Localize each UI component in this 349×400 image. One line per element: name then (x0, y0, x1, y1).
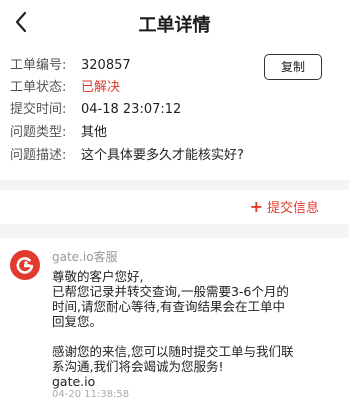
header-bar: 工单详情 (0, 0, 349, 46)
ticket-info-card: 工单编号: 320857 复制 工单状态: 已解决 提交时间: 04-18 23:07… (0, 46, 349, 180)
issue-type-label: 问题类型: (10, 125, 67, 140)
ticket-status-row: 工单状态: 已解决 (10, 78, 120, 98)
message-line: 时间,请您耐心等待,有查询结果会在工单中 (52, 299, 285, 314)
section-divider (0, 180, 349, 190)
page-title: 工单详情 (138, 15, 211, 36)
issue-description-value: 这个具体要多久才能核实好? (81, 148, 244, 163)
message-body: 尊敬的客户您好, 已帮您记录并转交查询,一般需要3-6个月的 时间,请您耐心等待… (52, 269, 338, 389)
sender-name: gate.io客服 (52, 250, 118, 264)
message-line: 感谢您的来信,您可以随时提交工单与我们联 (52, 344, 294, 359)
issue-description-label: 问题描述: (10, 148, 67, 163)
ticket-status-label: 工单状态: (10, 80, 67, 95)
message-line: 系沟通,我们将会竭诚为您服务! (52, 359, 224, 374)
issue-type-value: 其他 (81, 125, 108, 140)
ticket-number-label: 工单编号: (10, 58, 67, 73)
gate-logo-icon (16, 257, 34, 274)
ticket-number-value: 320857 (81, 58, 131, 73)
gate-io-avatar (10, 250, 40, 280)
plus-icon: + (249, 197, 263, 216)
issue-description-row: 问题描述: 这个具体要多久才能核实好? (10, 146, 244, 166)
submit-time-value: 04-18 23:07:12 (81, 102, 182, 117)
action-bar: + 提交信息 (0, 190, 349, 224)
submit-time-row: 提交时间: 04-18 23:07:12 (10, 100, 181, 120)
copy-button[interactable]: 复制 (264, 54, 322, 80)
message-line: 尊敬的客户您好, (52, 269, 144, 284)
message-timestamp: 04-20 11:38:58 (52, 389, 130, 400)
message-line: 已帮您记录并转交查询,一般需要3-6个月的 (52, 284, 289, 299)
issue-type-row: 问题类型: 其他 (10, 123, 107, 143)
ticket-status-value: 已解决 (81, 80, 121, 95)
reply-message: gate.io客服 尊敬的客户您好, 已帮您记录并转交查询,一般需要3-6个月的… (0, 238, 349, 400)
message-line: gate.io (52, 374, 96, 389)
message-line: 回复您。 (52, 314, 103, 329)
submit-time-label: 提交时间: (10, 102, 67, 117)
message-spacer (52, 329, 338, 344)
section-divider (0, 224, 349, 238)
submit-info-label: 提交信息 (266, 201, 319, 216)
submit-info-button[interactable]: + 提交信息 (250, 196, 319, 218)
ticket-number-row: 工单编号: 320857 (10, 56, 131, 76)
